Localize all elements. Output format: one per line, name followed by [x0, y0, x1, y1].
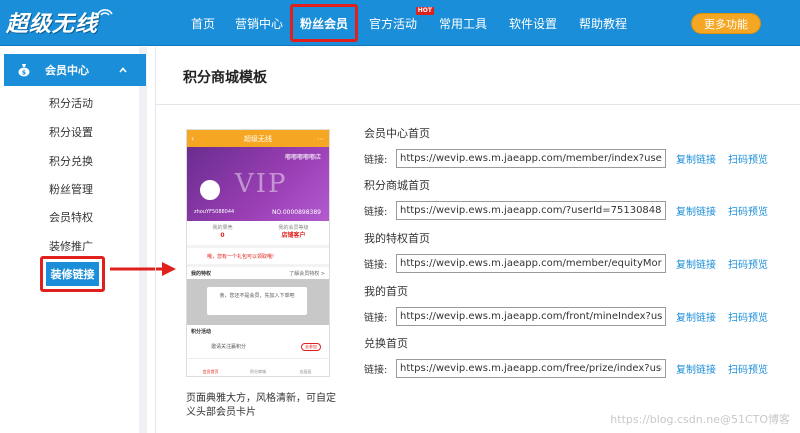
copy-link-button[interactable]: 复制链接 — [676, 151, 716, 166]
preview-dialog: 亲，您还不是会员，先加入下单吧 — [207, 287, 307, 315]
money-bag-icon: $ — [18, 64, 30, 77]
preview-activity-title: 积分活动 — [191, 329, 212, 335]
nav-tools[interactable]: 常用工具 — [428, 0, 498, 46]
template-preview: ‹ 超级无线 ⋯ 嘟嘟嘟嘟嘟店 VIP zhouYF5088044 NO.000… — [186, 129, 330, 377]
sidebar: $ 会员中心 积分活动 积分设置 积分兑换 粉丝管理 会员特权 装修推广 装修链… — [0, 47, 147, 433]
scan-preview-button[interactable]: 扫码预览 — [728, 361, 768, 376]
watermark: https://blog.csdn.ne@51CTO博客 — [610, 413, 790, 426]
preview-tabbar: 会员首页 积分商城 去逛逛 — [187, 358, 329, 376]
link-row: 我的首页 链接: 复制链接 扫码预览 — [364, 283, 794, 326]
wifi-icon — [97, 9, 113, 16]
link-row: 会员中心首页 链接: 复制链接 扫码预览 — [364, 125, 794, 168]
nav-home[interactable]: 首页 — [178, 0, 228, 46]
preview-activity: 积分活动 邀请关注赢积分 去参加 — [187, 325, 329, 359]
link-label: 链接: — [364, 207, 388, 218]
preview-privilege-header: 我的特权 了解会员特权 > — [187, 267, 329, 279]
link-url-field[interactable] — [396, 201, 666, 220]
svg-text:$: $ — [22, 70, 26, 77]
sidebar-item-decoration-promo[interactable]: 装修推广 — [49, 238, 93, 254]
sidebar-item-points-settings[interactable]: 积分设置 — [49, 124, 93, 140]
link-label: 链接: — [364, 260, 388, 271]
more-features-button[interactable]: 更多功能 — [691, 13, 761, 34]
link-title: 积分商城首页 — [364, 179, 430, 192]
logo[interactable]: 超级无线 — [6, 6, 98, 38]
copy-link-button[interactable]: 复制链接 — [676, 256, 716, 271]
scan-preview-button[interactable]: 扫码预览 — [728, 151, 768, 166]
link-row: 兑换首页 链接: 复制链接 扫码预览 — [364, 335, 794, 378]
scan-preview-button[interactable]: 扫码预览 — [728, 203, 768, 218]
preview-stats: 我的果壳 0 我的会员等级 店铺客户 — [187, 221, 329, 245]
nav-marketing[interactable]: 营销中心 — [228, 0, 290, 46]
chevron-up-icon[interactable] — [118, 65, 128, 75]
preview-card-number: NO.0000898389 — [271, 209, 321, 216]
preview-activity-button: 去参加 — [301, 343, 321, 351]
preview-privilege-title: 我的特权 — [191, 270, 212, 277]
preview-app-title: 超级无线 — [244, 134, 272, 143]
sidebar-item-decoration-links[interactable]: 装修链接 — [40, 256, 105, 292]
back-icon: ‹ — [191, 134, 195, 143]
link-url-field[interactable] — [396, 307, 666, 326]
copy-link-button[interactable]: 复制链接 — [676, 309, 716, 324]
template-description: 页面典雅大方，风格清新，可自定义头部会员卡片 — [186, 393, 336, 418]
link-title: 我的首页 — [364, 285, 408, 298]
nav-official-activities[interactable]: 官方活动 HOT — [358, 0, 434, 46]
sidebar-item-points-activity[interactable]: 积分活动 — [49, 95, 93, 111]
preview-vip-text: VIP — [235, 169, 288, 199]
link-title: 会员中心首页 — [364, 127, 430, 140]
sidebar-section-label: 会员中心 — [45, 64, 89, 77]
sidebar-item-decoration-links-label: 装修链接 — [46, 262, 99, 286]
preview-tab-2: 积分商城 — [249, 369, 266, 374]
link-title: 我的特权首页 — [364, 232, 430, 245]
link-label: 链接: — [364, 313, 388, 324]
sidebar-item-member-privileges[interactable]: 会员特权 — [49, 209, 93, 225]
share-icon: ⋯ — [317, 134, 324, 143]
scan-preview-button[interactable]: 扫码预览 — [728, 256, 768, 271]
link-url-field[interactable] — [396, 254, 666, 273]
top-navbar: 超级无线 首页 营销中心 粉丝会员 官方活动 HOT 常用工具 软件设置 帮助教… — [0, 0, 800, 46]
nav-settings[interactable]: 软件设置 — [498, 0, 568, 46]
preview-stat-1: 我的果壳 0 — [187, 221, 258, 245]
preview-stat-1-value: 0 — [220, 232, 225, 239]
copy-link-button[interactable]: 复制链接 — [676, 361, 716, 376]
link-row: 积分商城首页 链接: 复制链接 扫码预览 — [364, 177, 794, 220]
copy-link-button[interactable]: 复制链接 — [676, 203, 716, 218]
nav-help[interactable]: 帮助教程 — [568, 0, 638, 46]
main-nav: 首页 营销中心 粉丝会员 官方活动 HOT 常用工具 软件设置 帮助教程 — [178, 0, 638, 46]
preview-member-card: 嘟嘟嘟嘟嘟店 VIP zhouYF5088044 NO.0000898389 — [187, 147, 329, 221]
sidebar-item-points-exchange[interactable]: 积分兑换 — [49, 153, 93, 169]
sidebar-item-fans-management[interactable]: 粉丝管理 — [49, 181, 93, 197]
main-content: 积分商城模板 ‹ 超级无线 ⋯ 嘟嘟嘟嘟嘟店 VIP zhouYF5088044… — [155, 47, 800, 433]
page-title: 积分商城模板 — [183, 70, 267, 86]
nav-fans-members[interactable]: 粉丝会员 — [290, 4, 358, 42]
link-url-field[interactable] — [396, 149, 666, 168]
preview-dialog-overlay: 亲，您还不是会员，先加入下单吧 — [187, 279, 329, 325]
preview-tab-3: 去逛逛 — [299, 369, 312, 374]
link-label: 链接: — [364, 365, 388, 376]
preview-stat-2: 我的会员等级 店铺客户 — [258, 221, 329, 245]
avatar — [200, 180, 220, 200]
scan-preview-button[interactable]: 扫码预览 — [728, 309, 768, 324]
link-url-field[interactable] — [396, 359, 666, 378]
preview-tab-1: 会员首页 — [202, 369, 219, 374]
nav-official-activities-label: 官方活动 — [368, 16, 417, 31]
preview-stat-2-label: 我的会员等级 — [278, 225, 309, 231]
title-divider — [156, 104, 800, 105]
link-title: 兑换首页 — [364, 337, 408, 350]
preview-stat-2-value: 店铺客户 — [281, 232, 306, 239]
preview-gift-banner: 哦，您有一个礼包可以领取哦! — [187, 248, 329, 264]
preview-shop-name: 嘟嘟嘟嘟嘟店 — [284, 154, 321, 161]
sidebar-section-member-center[interactable]: $ 会员中心 — [4, 54, 146, 86]
link-row: 我的特权首页 链接: 复制链接 扫码预览 — [364, 230, 794, 273]
preview-header: ‹ 超级无线 ⋯ — [187, 130, 329, 147]
preview-privilege-more: 了解会员特权 > — [289, 270, 325, 277]
preview-user-id: zhouYF5088044 — [194, 209, 235, 215]
preview-stat-1-label: 我的果壳 — [212, 225, 233, 231]
link-label: 链接: — [364, 155, 388, 166]
